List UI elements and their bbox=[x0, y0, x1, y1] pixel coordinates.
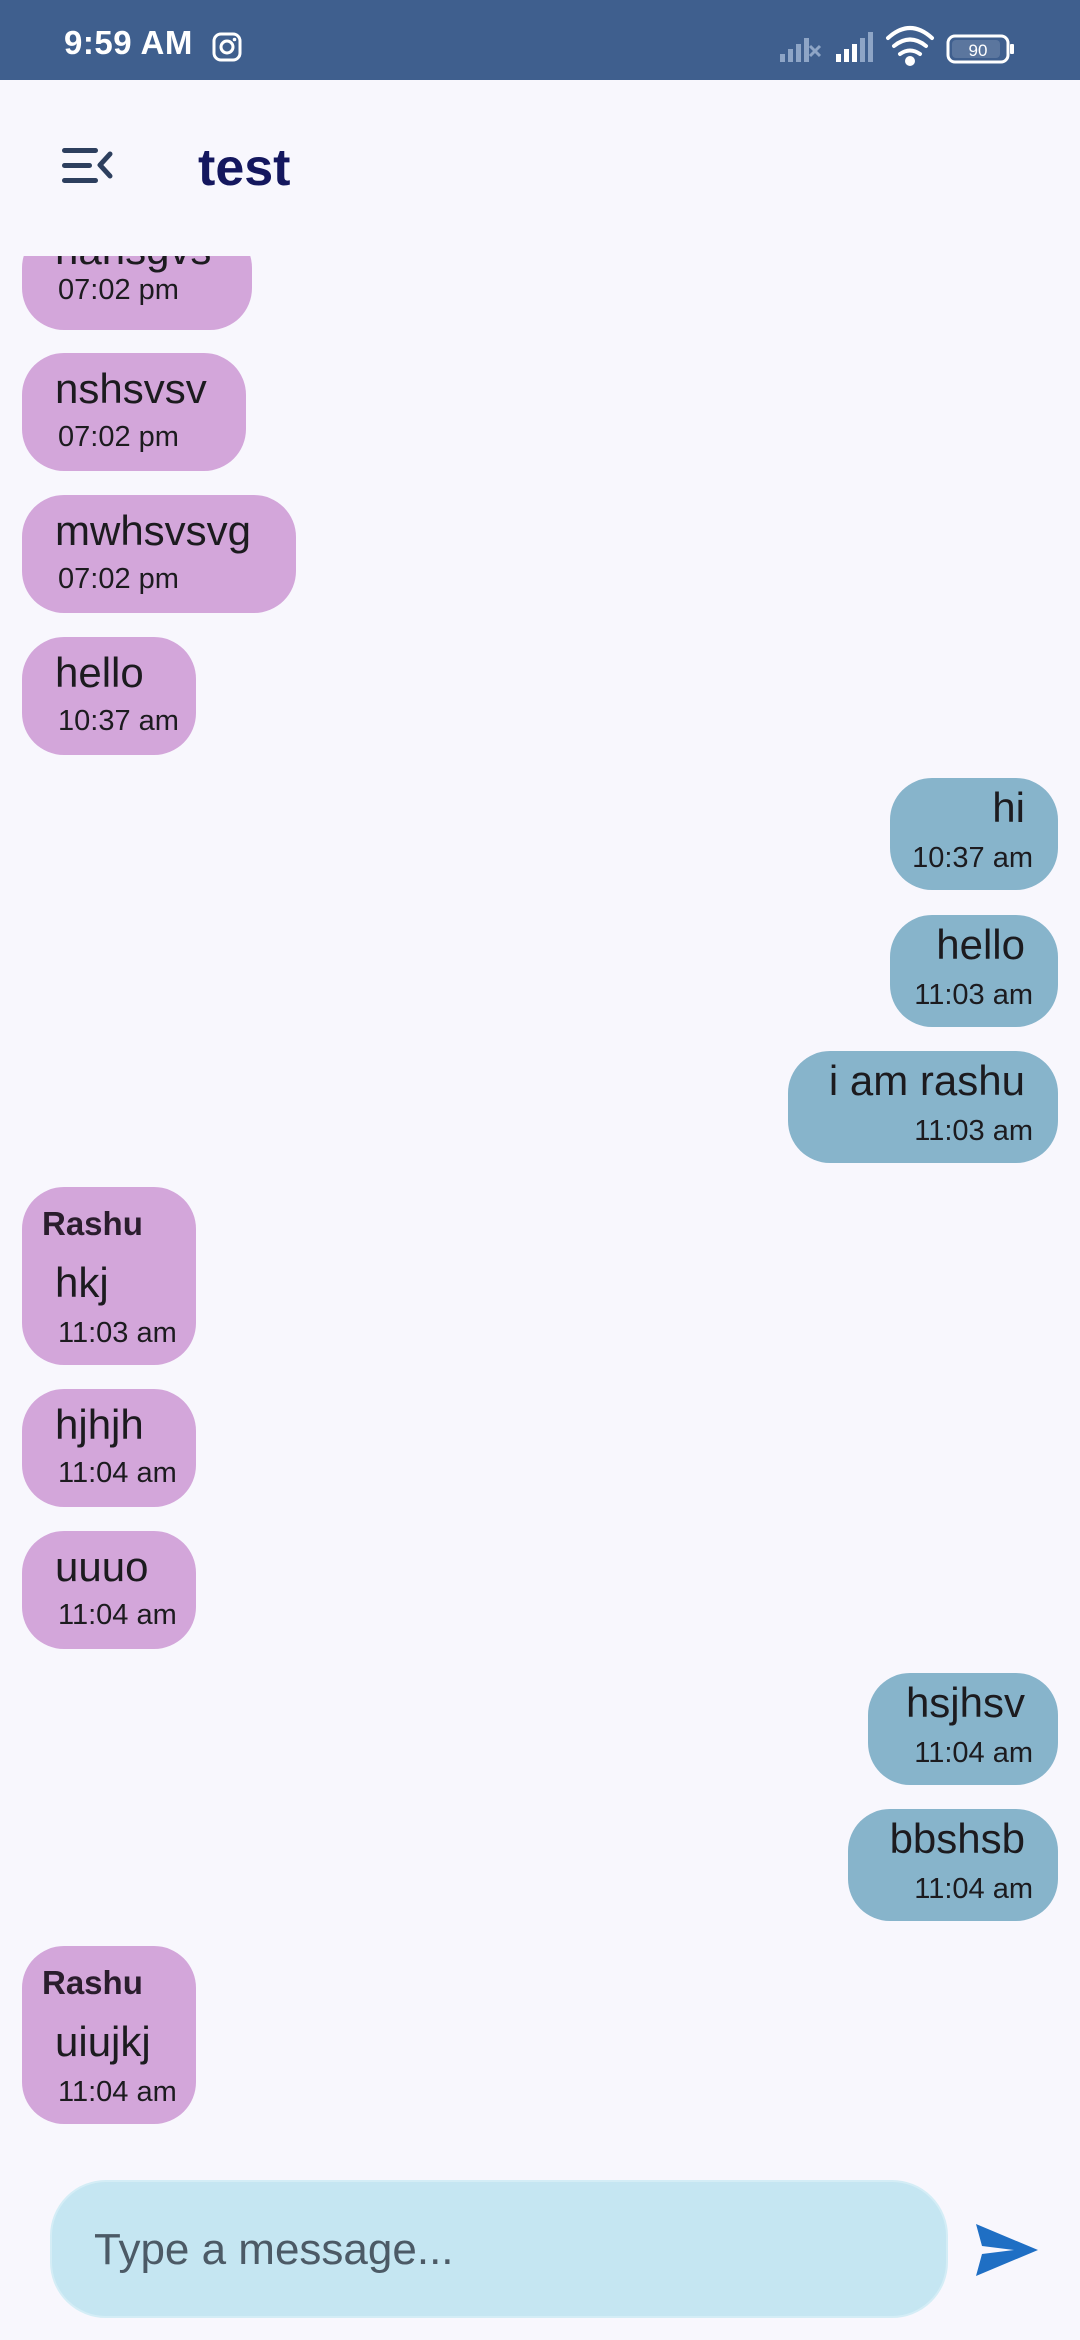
status-bar: 9:59 AM 90 bbox=[0, 0, 1080, 80]
message-text: i am rashu bbox=[828, 1057, 1025, 1104]
message-bubble-incoming[interactable]: nshsvsv 07:02 pm bbox=[22, 353, 246, 471]
message-bubble-outgoing[interactable]: i am rashu 11:03 am bbox=[788, 1051, 1058, 1163]
message-bubble-incoming[interactable]: nansgvs 07:02 pm bbox=[22, 256, 252, 330]
message-time: 07:02 pm bbox=[58, 563, 179, 595]
menu-collapse-icon[interactable] bbox=[48, 136, 120, 196]
message-time: 11:03 am bbox=[58, 1317, 177, 1349]
message-time: 10:37 am bbox=[58, 705, 179, 737]
message-bubble-outgoing[interactable]: hsjhsv 11:04 am bbox=[868, 1673, 1058, 1785]
battery-level: 90 bbox=[969, 41, 988, 60]
message-time: 11:04 am bbox=[58, 1457, 177, 1489]
chat-title: test bbox=[198, 139, 291, 197]
message-time: 11:04 am bbox=[58, 1599, 177, 1631]
message-text: hjhjh bbox=[55, 1401, 144, 1448]
message-bubble-outgoing[interactable]: hello 11:03 am bbox=[890, 915, 1058, 1027]
message-text: uuuo bbox=[55, 1543, 149, 1590]
message-text: nansgvs bbox=[55, 256, 211, 274]
message-time: 11:03 am bbox=[914, 1115, 1033, 1147]
message-bubble-outgoing[interactable]: bbshsb 11:04 am bbox=[848, 1809, 1058, 1921]
message-text: hi bbox=[992, 784, 1025, 831]
message-text: mwhsvsvg bbox=[55, 507, 252, 554]
signal-icon bbox=[780, 38, 822, 62]
message-time: 10:37 am bbox=[912, 842, 1033, 874]
message-bubble-incoming[interactable]: Rashu uiujkj 11:04 am bbox=[22, 1946, 196, 2124]
message-time: 07:02 pm bbox=[58, 421, 179, 453]
message-time: 11:04 am bbox=[914, 1737, 1033, 1769]
message-text: hkj bbox=[55, 1259, 109, 1306]
message-text: hsjhsv bbox=[905, 1679, 1025, 1726]
message-text: bbshsb bbox=[889, 1815, 1025, 1862]
message-time: 11:03 am bbox=[914, 979, 1033, 1011]
message-composer bbox=[50, 2180, 948, 2318]
status-icons: 90 bbox=[780, 26, 1014, 66]
chat-screen: 9:59 AM 90 test 07:02 pm nshsvsv 07:02 p… bbox=[0, 0, 1080, 2340]
signal-icon bbox=[836, 32, 873, 62]
message-text: hello bbox=[936, 921, 1025, 968]
message-bubble-outgoing[interactable]: hi 10:37 am bbox=[890, 778, 1058, 890]
message-bubble-incoming[interactable]: hjhjh 11:04 am bbox=[22, 1389, 196, 1507]
message-list[interactable]: nansgvs 07:02 pm nshsvsv 07:02 pm mwhsvs… bbox=[0, 256, 1080, 2146]
message-text: hello bbox=[55, 649, 144, 696]
message-input[interactable] bbox=[92, 2212, 916, 2288]
message-text: uiujkj bbox=[55, 2018, 151, 2065]
message-sender: Rashu bbox=[42, 1964, 143, 2001]
battery-icon: 90 bbox=[946, 34, 1014, 64]
status-time: 9:59 AM bbox=[64, 24, 193, 61]
wifi-icon bbox=[886, 26, 934, 66]
message-time: 07:02 pm bbox=[58, 274, 179, 306]
message-bubble-incoming[interactable]: Rashu hkj 11:03 am bbox=[22, 1187, 196, 1365]
app-bar: test bbox=[0, 80, 1080, 256]
message-sender: Rashu bbox=[42, 1205, 143, 1242]
message-bubble-incoming[interactable]: hello 10:37 am bbox=[22, 637, 196, 755]
message-bubble-incoming[interactable]: uuuo 11:04 am bbox=[22, 1531, 196, 1649]
message-text: nshsvsv bbox=[55, 365, 207, 412]
message-time: 11:04 am bbox=[58, 2076, 177, 2108]
instagram-icon bbox=[212, 32, 242, 62]
message-bubble-incoming[interactable]: mwhsvsvg 07:02 pm bbox=[22, 495, 296, 613]
message-time: 11:04 am bbox=[914, 1873, 1033, 1905]
send-icon[interactable] bbox=[970, 2218, 1042, 2282]
